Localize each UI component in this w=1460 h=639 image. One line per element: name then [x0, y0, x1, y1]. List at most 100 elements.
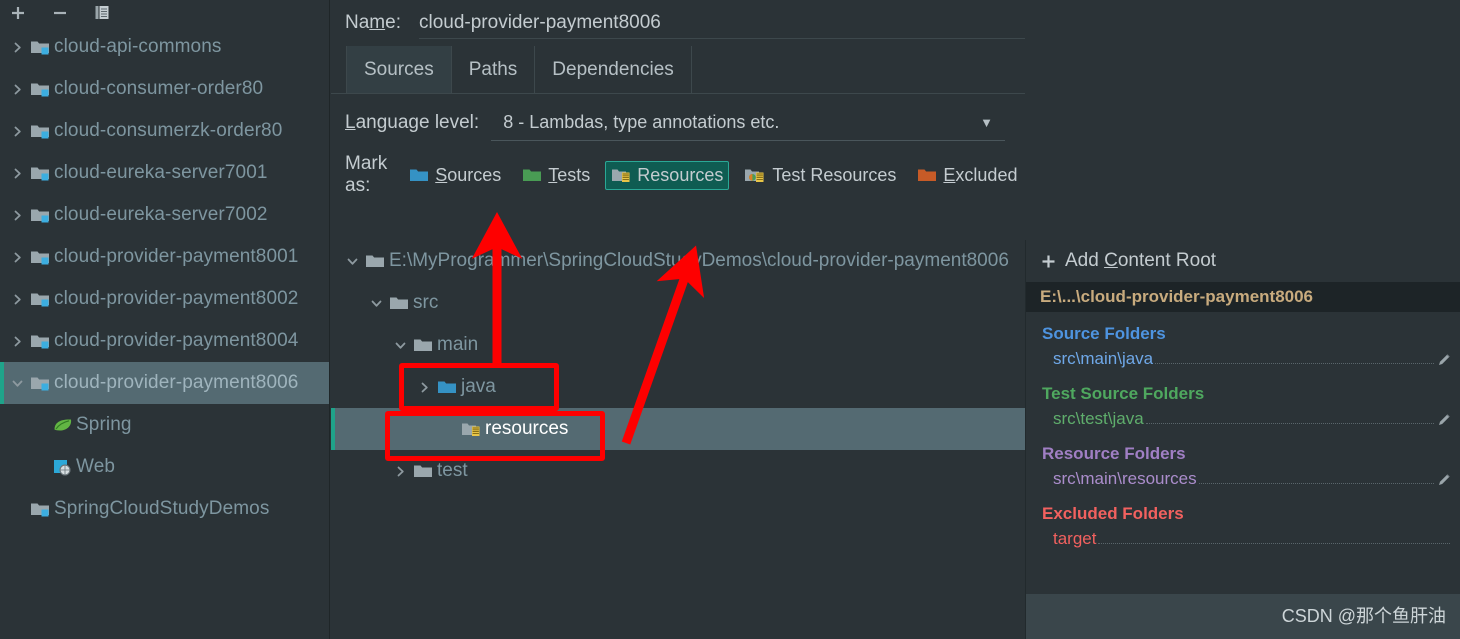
- chevron-right-icon[interactable]: [11, 125, 24, 138]
- mark-as-sources-button[interactable]: Sources: [403, 161, 507, 190]
- folder-entry[interactable]: target: [1026, 526, 1460, 552]
- add-content-root-button[interactable]: Add Content Root: [1026, 240, 1460, 282]
- pencil-icon[interactable]: [1437, 352, 1452, 367]
- expand-toggle[interactable]: [6, 125, 28, 138]
- sidebar-item-springcloudstudydemos[interactable]: SpringCloudStudyDemos: [0, 488, 329, 530]
- sidebar-item-cloud-consumerzk-order80[interactable]: cloud-consumerzk-order80: [0, 110, 329, 152]
- language-level-select[interactable]: 8 - Lambdas, type annotations etc. ▼: [491, 106, 1005, 141]
- sidebar-item-cloud-provider-payment8004[interactable]: cloud-provider-payment8004: [0, 320, 329, 362]
- expand-toggle[interactable]: [413, 381, 435, 394]
- mark-as-test-resources-button[interactable]: Test Resources: [738, 161, 902, 190]
- expand-toggle[interactable]: [341, 255, 363, 268]
- grey-folder-icon: [411, 336, 437, 354]
- pencil-icon[interactable]: [1437, 472, 1452, 487]
- module-folder-icon: [28, 248, 54, 266]
- content-folder-tree[interactable]: E:\MyProgrammer\SpringCloudStudyDemos\cl…: [331, 240, 1025, 639]
- folder-tree-row[interactable]: E:\MyProgrammer\SpringCloudStudyDemos\cl…: [331, 240, 1025, 282]
- chevron-right-icon[interactable]: [11, 41, 24, 54]
- folder-tree-row[interactable]: test: [331, 450, 1025, 492]
- edit-folder-button[interactable]: [1436, 352, 1452, 367]
- modules-tree[interactable]: cloud-api-commons cloud-consumer-order80…: [0, 26, 329, 530]
- folder-tree-label: resources: [485, 418, 569, 439]
- language-level-value: 8 - Lambdas, type annotations etc.: [503, 112, 780, 132]
- chevron-down-icon[interactable]: [346, 255, 359, 268]
- sidebar-item-label: Spring: [76, 414, 132, 435]
- sidebar-item-cloud-provider-payment8001[interactable]: cloud-provider-payment8001: [0, 236, 329, 278]
- module-folder-icon: [31, 83, 49, 97]
- editor-tabs[interactable]: Sources Paths Dependencies: [331, 46, 1025, 94]
- module-name-row: Name: cloud-provider-payment8006: [331, 0, 1025, 46]
- orange-folder-icon: [917, 166, 939, 184]
- minus-icon[interactable]: [50, 3, 70, 23]
- folder-entry-path: src\main\resources: [1053, 469, 1197, 488]
- module-editor-panel: Name: cloud-provider-payment8006 Sources…: [331, 0, 1025, 639]
- mark-as-label-text: Sources: [435, 164, 502, 185]
- chevron-down-icon[interactable]: [11, 377, 24, 390]
- folder-entry[interactable]: src\main\resources: [1026, 466, 1460, 492]
- sidebar-item-web[interactable]: Web: [0, 446, 329, 488]
- spring-leaf-icon: [54, 419, 72, 431]
- folder-entry[interactable]: src\main\java: [1026, 346, 1460, 372]
- expand-toggle[interactable]: [6, 41, 28, 54]
- dotted-leader: [1145, 411, 1434, 424]
- module-folder-icon: [28, 164, 54, 182]
- mark-as-row: Mark as: Sources Tests Resources Test Re…: [331, 152, 1025, 198]
- chevron-right-icon[interactable]: [11, 83, 24, 96]
- grey-folder-icon: [366, 255, 384, 267]
- module-folder-icon: [28, 290, 54, 308]
- folder-group-title: Test Source Folders: [1042, 384, 1205, 403]
- chevron-right-icon[interactable]: [11, 335, 24, 348]
- chevron-down-icon[interactable]: [370, 297, 383, 310]
- add-content-root-label: Add Content Root: [1065, 250, 1217, 271]
- plus-icon[interactable]: [8, 3, 28, 23]
- chevron-right-icon[interactable]: [11, 293, 24, 306]
- tab-dependencies[interactable]: Dependencies: [534, 46, 692, 93]
- folder-tree-row[interactable]: resources: [331, 408, 1025, 450]
- sidebar-item-cloud-consumer-order80[interactable]: cloud-consumer-order80: [0, 68, 329, 110]
- expand-toggle[interactable]: [6, 83, 28, 96]
- pencil-icon[interactable]: [1437, 412, 1452, 427]
- language-level-row: Language level: 8 - Lambdas, type annota…: [331, 94, 1025, 152]
- mark-as-tests-button[interactable]: Tests: [516, 161, 596, 190]
- folder-tree-row[interactable]: java: [331, 366, 1025, 408]
- sidebar-item-cloud-provider-payment8002[interactable]: cloud-provider-payment8002: [0, 278, 329, 320]
- sidebar-item-cloud-api-commons[interactable]: cloud-api-commons: [0, 26, 329, 68]
- chevron-right-icon[interactable]: [11, 209, 24, 222]
- expand-toggle[interactable]: [389, 339, 411, 352]
- resources-folder-icon: [459, 420, 485, 438]
- folder-tree-row[interactable]: src: [331, 282, 1025, 324]
- sidebar-item-label: SpringCloudStudyDemos: [54, 498, 270, 519]
- chevron-down-icon[interactable]: [394, 339, 407, 352]
- chevron-right-icon[interactable]: [11, 251, 24, 264]
- expand-toggle[interactable]: [365, 297, 387, 310]
- copy-icon[interactable]: [92, 3, 112, 23]
- expand-toggle[interactable]: [6, 377, 28, 390]
- tab-paths[interactable]: Paths: [450, 46, 536, 93]
- sidebar-item-cloud-provider-payment8006[interactable]: cloud-provider-payment8006: [0, 362, 329, 404]
- sidebar-item-spring[interactable]: Spring: [0, 404, 329, 446]
- module-name-field[interactable]: cloud-provider-payment8006: [418, 11, 1025, 39]
- module-name-value: cloud-provider-payment8006: [418, 11, 661, 33]
- module-folder-icon: [31, 41, 49, 55]
- expand-toggle[interactable]: [389, 465, 411, 478]
- sidebar-item-cloud-eureka-server7001[interactable]: cloud-eureka-server7001: [0, 152, 329, 194]
- mark-as-excluded-button[interactable]: Excluded: [911, 161, 1023, 190]
- folder-group-title: Excluded Folders: [1042, 504, 1184, 523]
- chevron-right-icon[interactable]: [394, 465, 407, 478]
- chevron-right-icon[interactable]: [418, 381, 431, 394]
- edit-folder-button[interactable]: [1436, 472, 1452, 487]
- folder-tree-label: main: [437, 334, 479, 355]
- expand-toggle[interactable]: [6, 335, 28, 348]
- expand-toggle[interactable]: [6, 251, 28, 264]
- edit-folder-button[interactable]: [1436, 412, 1452, 427]
- expand-toggle[interactable]: [6, 209, 28, 222]
- sidebar-item-cloud-eureka-server7002[interactable]: cloud-eureka-server7002: [0, 194, 329, 236]
- tab-sources[interactable]: Sources: [346, 46, 452, 93]
- folder-tree-row[interactable]: main: [331, 324, 1025, 366]
- folder-entry[interactable]: src\test\java: [1026, 406, 1460, 432]
- project-structure-dialog: cloud-api-commons cloud-consumer-order80…: [0, 0, 1460, 639]
- chevron-right-icon[interactable]: [11, 167, 24, 180]
- expand-toggle[interactable]: [6, 167, 28, 180]
- expand-toggle[interactable]: [6, 293, 28, 306]
- mark-as-resources-button[interactable]: Resources: [605, 160, 730, 190]
